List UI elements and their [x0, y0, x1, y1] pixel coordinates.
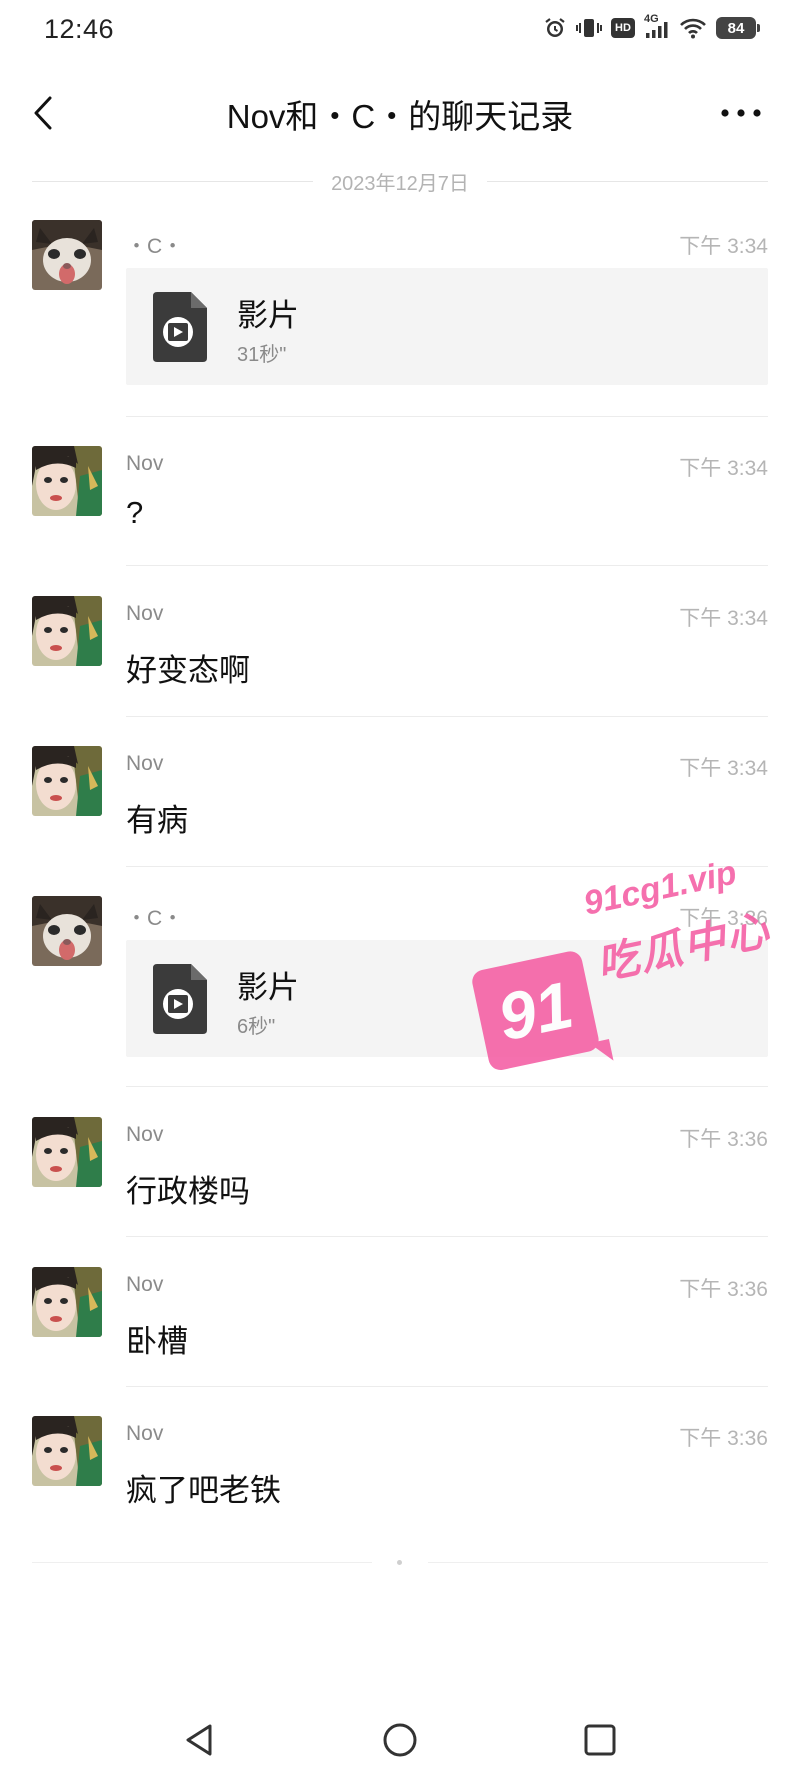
list-end-line — [428, 1562, 768, 1563]
sender-name: Nov — [126, 1422, 164, 1445]
message-text: 卧槽 — [126, 1324, 188, 1359]
message-time: 下午 3:36 — [679, 1278, 768, 1301]
message-separator — [126, 1236, 768, 1237]
message-time: 下午 3:34 — [679, 457, 768, 480]
message-text: 疯了吧老铁 — [126, 1473, 281, 1508]
message-text: 有病 — [126, 803, 188, 838]
message-list: ・C・ 下午 3:34 影片 31秒" Nov 下午 3:34 ? Nov 下午… — [0, 0, 800, 1560]
message-time: 下午 3:34 — [679, 757, 768, 780]
avatar[interactable] — [32, 596, 102, 666]
message-time: 下午 3:34 — [679, 235, 768, 258]
square-recents-icon — [584, 1724, 616, 1756]
nav-back-button[interactable] — [170, 1710, 230, 1770]
circle-home-icon — [383, 1723, 417, 1757]
video-file-card[interactable]: 影片 6秒" — [126, 940, 768, 1057]
avatar[interactable] — [32, 746, 102, 816]
avatar[interactable] — [32, 220, 102, 290]
message-separator — [126, 416, 768, 417]
message-time: 下午 3:36 — [679, 907, 768, 930]
message-text: ? — [126, 495, 144, 530]
video-file-icon — [153, 292, 207, 362]
nav-recents-button[interactable] — [570, 1710, 630, 1770]
avatar[interactable] — [32, 1416, 102, 1486]
nav-home-button[interactable] — [370, 1710, 430, 1770]
avatar[interactable] — [32, 1117, 102, 1187]
message-time: 下午 3:34 — [679, 607, 768, 630]
file-duration: 6秒" — [237, 1016, 276, 1038]
sender-name: Nov — [126, 1123, 164, 1146]
sender-name: ・C・ — [126, 235, 184, 258]
message-text: 好变态啊 — [126, 653, 250, 688]
sender-name: Nov — [126, 1273, 164, 1296]
sender-name: Nov — [126, 752, 164, 775]
avatar[interactable] — [32, 896, 102, 966]
sender-name: ・C・ — [126, 907, 184, 930]
video-file-icon — [153, 964, 207, 1034]
system-nav-bar — [0, 1700, 800, 1784]
message-separator — [126, 866, 768, 867]
list-end-dot — [397, 1560, 402, 1565]
message-separator — [126, 1086, 768, 1087]
message-text: 行政楼吗 — [126, 1174, 250, 1209]
file-duration: 31秒" — [237, 344, 287, 366]
avatar[interactable] — [32, 1267, 102, 1337]
message-time: 下午 3:36 — [679, 1427, 768, 1450]
sender-name: Nov — [126, 602, 164, 625]
triangle-back-icon — [186, 1724, 212, 1756]
message-time: 下午 3:36 — [679, 1128, 768, 1151]
list-end-line — [32, 1562, 372, 1563]
video-file-card[interactable]: 影片 31秒" — [126, 268, 768, 385]
message-separator — [126, 716, 768, 717]
message-separator — [126, 1386, 768, 1387]
file-name: 影片 — [237, 298, 299, 333]
file-name: 影片 — [237, 970, 299, 1005]
avatar[interactable] — [32, 446, 102, 516]
message-separator — [126, 565, 768, 566]
sender-name: Nov — [126, 452, 164, 475]
